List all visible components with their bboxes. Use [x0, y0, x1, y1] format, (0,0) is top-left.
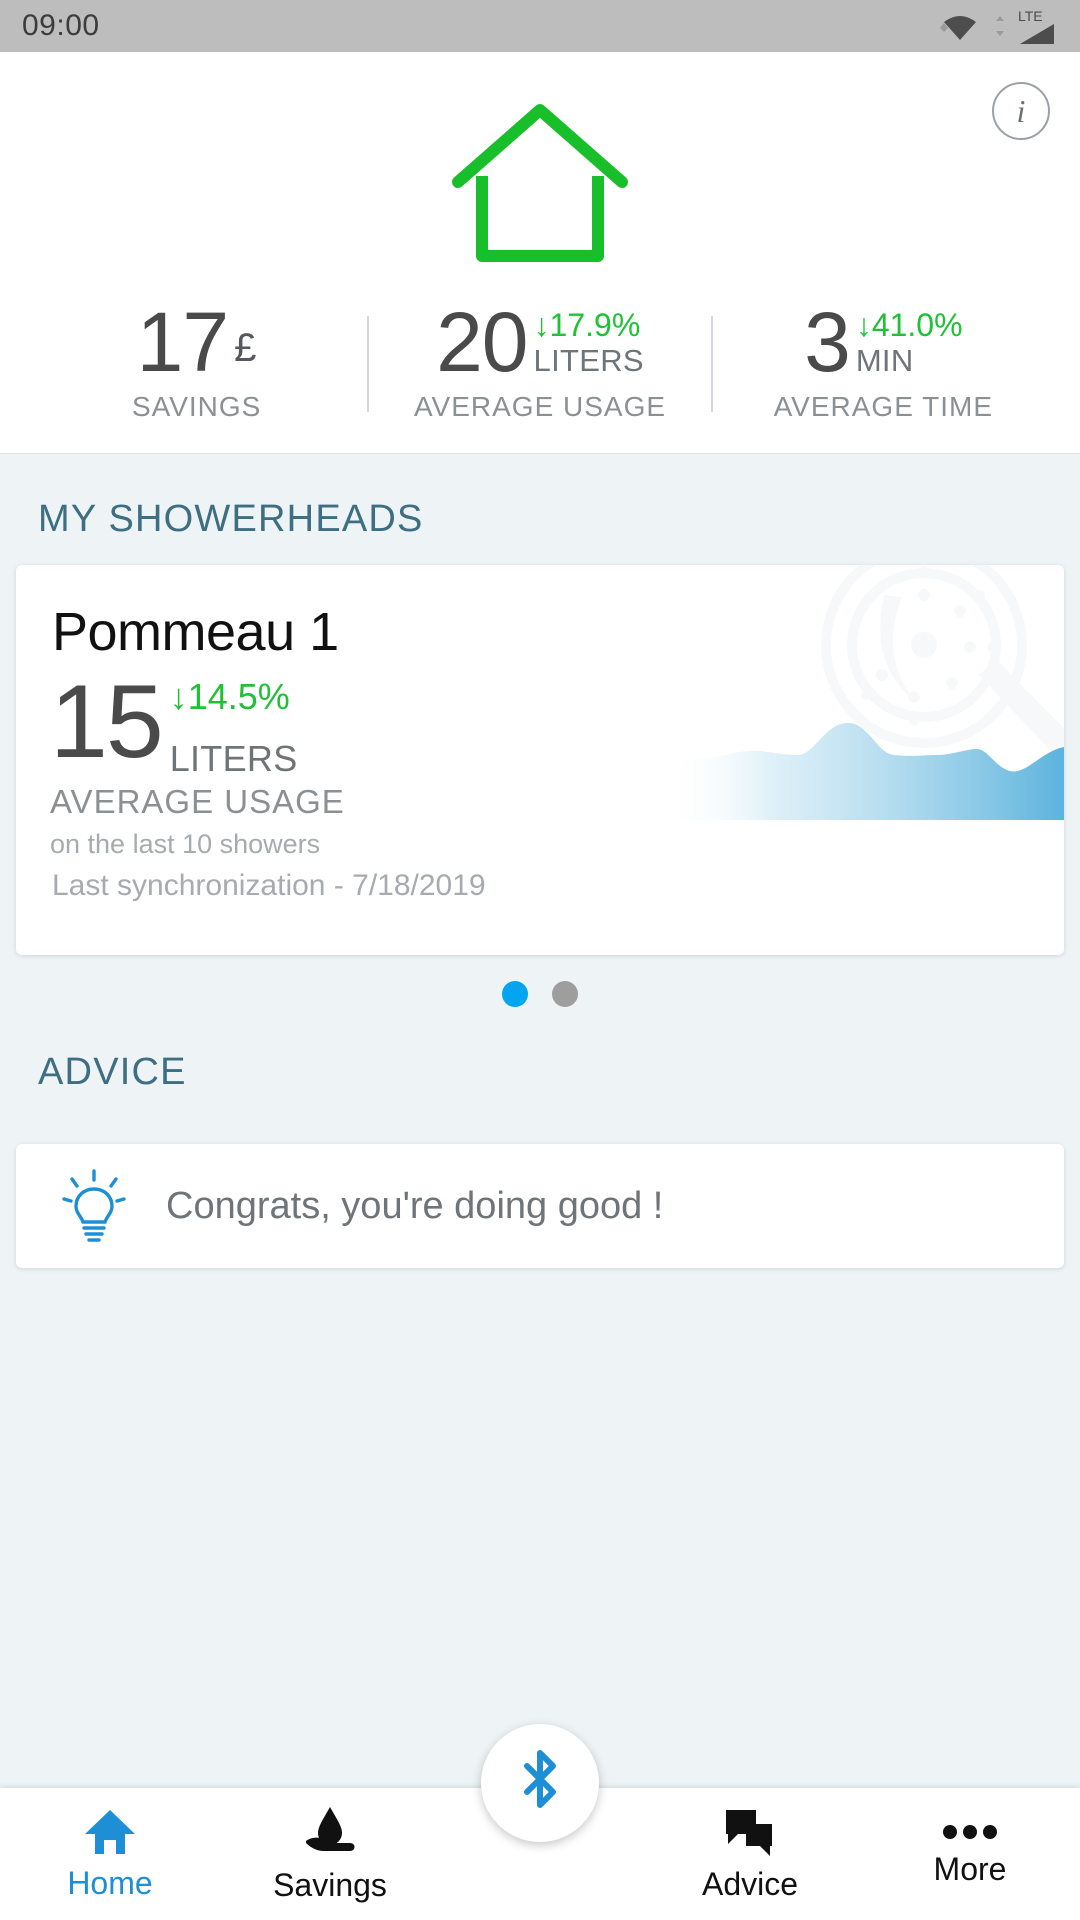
lightbulb-icon — [62, 1169, 126, 1242]
carousel-pagination[interactable] — [0, 981, 1080, 1008]
nav-item-savings[interactable]: Savings — [220, 1805, 440, 1904]
carousel-dot-2[interactable] — [552, 981, 578, 1008]
stat-average-usage-label: AVERAGE USAGE — [413, 391, 667, 423]
showerhead-delta: ↓14.5% — [169, 676, 290, 718]
section-title-showerheads: MY SHOWERHEADS — [38, 498, 424, 541]
advice-card[interactable]: Congrats, you're doing good ! — [16, 1144, 1064, 1269]
stat-average-usage-value: 20 — [436, 295, 528, 389]
info-button[interactable]: i — [992, 82, 1050, 140]
home-icon — [85, 1809, 135, 1854]
showerhead-sub-detail: on the last 10 showers — [50, 828, 321, 859]
bluetooth-fab-button[interactable] — [481, 1724, 599, 1842]
lte-signal-icon: LTE — [996, 8, 1054, 44]
house-icon — [452, 104, 628, 262]
advice-message: Congrats, you're doing good ! — [166, 1184, 664, 1227]
section-title-advice: ADVICE — [38, 1051, 187, 1094]
main-content: MY SHOWERHEADS Pommeau 1 15 ↓14.5% LITER… — [0, 454, 1080, 1269]
more-dots-icon — [943, 1824, 997, 1839]
status-icons: LTE — [938, 6, 1058, 46]
svg-text:LTE: LTE — [1018, 8, 1043, 24]
showerhead-value: 15 — [50, 664, 164, 781]
bluetooth-icon — [524, 1750, 556, 1808]
nav-label-savings: Savings — [273, 1866, 387, 1903]
stat-average-time-unit: MIN — [855, 343, 914, 379]
showerhead-stat: 15 ↓14.5% LITERS AVERAGE USAGE on the la… — [16, 663, 1064, 860]
header-stats: 17 £ SAVINGS 20 ↓17.9% LITERS AVERAGE US… — [0, 295, 1080, 423]
stat-average-time-delta: ↓41.0% — [855, 307, 963, 343]
showerhead-sub-label: AVERAGE USAGE — [50, 782, 345, 820]
status-time: 09:00 — [22, 9, 100, 42]
status-bar: 09:00 LTE — [0, 0, 1080, 52]
nav-item-home[interactable]: Home — [0, 1807, 220, 1902]
stat-average-usage-delta: ↓17.9% — [533, 307, 641, 343]
stat-average-time: 3 ↓41.0% MIN AVERAGE TIME — [713, 295, 1054, 423]
nav-item-advice[interactable]: Advice — [640, 1806, 860, 1903]
chat-bubble-icon — [726, 1809, 772, 1856]
nav-label-more: More — [933, 1850, 1007, 1887]
nav-label-home: Home — [67, 1864, 153, 1901]
stat-average-usage: 20 ↓17.9% LITERS AVERAGE USAGE — [369, 295, 710, 423]
nav-item-more[interactable]: More — [860, 1821, 1080, 1888]
nav-label-advice: Advice — [701, 1865, 799, 1902]
showerhead-card[interactable]: Pommeau 1 15 ↓14.5% LITERS AVERAGE USAGE… — [16, 565, 1064, 956]
header-summary: i 17 £ SAVINGS 20 ↓17.9% LITERS AVERAGE … — [0, 52, 1080, 455]
stat-average-time-value: 3 — [804, 295, 851, 389]
showerhead-unit: LITERS — [169, 737, 298, 779]
wifi-icon — [940, 16, 976, 40]
stat-savings-label: SAVINGS — [131, 391, 262, 423]
stat-savings-value: 17 — [136, 295, 229, 389]
stat-savings: 17 £ SAVINGS — [26, 295, 367, 423]
carousel-dot-1[interactable] — [502, 981, 528, 1008]
stat-average-usage-unit: LITERS — [533, 343, 644, 379]
showerhead-name: Pommeau 1 — [52, 602, 339, 663]
water-drop-hand-icon — [306, 1806, 355, 1851]
stat-savings-unit: £ — [234, 326, 257, 370]
last-sync-text: Last synchronization - 7/18/2019 — [52, 869, 486, 903]
house-icon-wrap — [0, 100, 1080, 270]
stat-average-time-label: AVERAGE TIME — [773, 391, 994, 423]
